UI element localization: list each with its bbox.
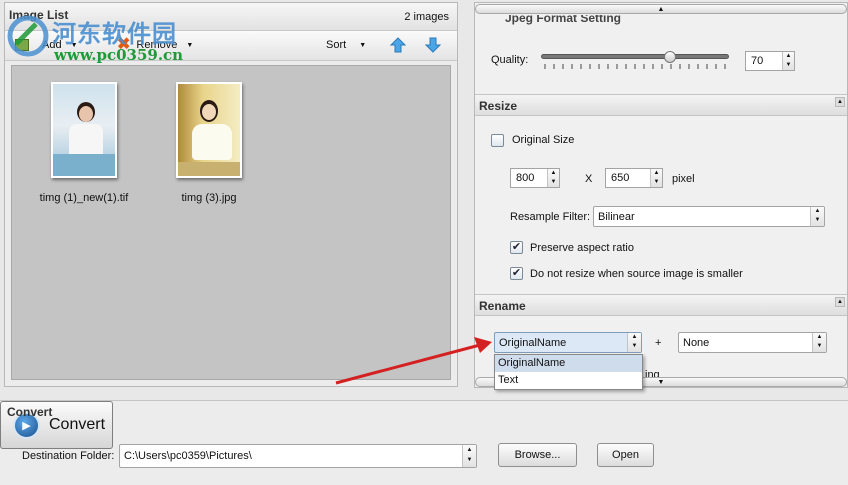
thumbnail-image xyxy=(51,82,117,178)
destination-folder-label: Destination Folder: xyxy=(22,450,115,462)
rename-section-header[interactable]: Rename ▲ xyxy=(475,294,847,316)
resample-filter-select[interactable]: Bilinear ▲ ▼ xyxy=(593,206,825,227)
sort-button[interactable]: Sort ▼ xyxy=(326,39,366,51)
rename-right-value: None xyxy=(683,337,710,349)
watermark: 河东软件园 www.pc0359.cn xyxy=(6,10,216,66)
scroll-down-icon: ▼ xyxy=(657,379,665,386)
height-spinbox[interactable]: 650 ▲ ▼ xyxy=(605,168,663,188)
convert-panel: Convert Destination Folder: C:\Users\pc0… xyxy=(0,400,848,485)
watermark-url: www.pc0359.cn xyxy=(54,46,184,64)
image-count: 2 images xyxy=(404,11,449,23)
quality-spinbox[interactable]: 70 ▲ ▼ xyxy=(745,51,795,71)
collapse-icon[interactable]: ▲ xyxy=(835,97,845,107)
rename-plus: + xyxy=(655,337,662,349)
convert-label: Convert xyxy=(49,416,106,433)
scroll-up-strip[interactable]: ▲ xyxy=(475,4,847,14)
settings-panel: ▲ Jpeg Format Setting Quality: 70 ▲ ▼ Res… xyxy=(474,2,848,388)
height-value: 650 xyxy=(611,172,630,184)
slider-handle[interactable] xyxy=(664,51,677,63)
quality-value: 70 xyxy=(751,55,764,67)
resize-section-title: Resize xyxy=(479,99,518,113)
slider-ticks xyxy=(544,64,726,69)
annotation-arrow-icon xyxy=(335,337,492,385)
rename-left-select[interactable]: OriginalName ▲ ▼ xyxy=(494,332,642,353)
chevron-down-icon[interactable]: ▼ xyxy=(359,42,366,49)
quality-label: Quality: xyxy=(491,54,529,66)
slider-track xyxy=(541,54,729,59)
scroll-up-icon: ▲ xyxy=(657,6,665,13)
thumbnail-item[interactable]: timg (1)_new(1).tif xyxy=(29,82,139,204)
no-upscale-label: Do not resize when source image is small… xyxy=(530,268,743,280)
preserve-aspect-label: Preserve aspect ratio xyxy=(530,242,634,254)
dimension-separator: X xyxy=(585,173,593,185)
sort-label: Sort xyxy=(326,39,347,51)
watermark-logo-icon xyxy=(7,15,49,57)
rename-dropdown-list[interactable]: OriginalName Text xyxy=(494,354,643,390)
thumbnail-label: timg (3).jpg xyxy=(181,192,237,204)
chevron-updown-icon: ▲ ▼ xyxy=(812,333,826,352)
unit-label: pixel xyxy=(672,173,695,185)
destination-folder-input[interactable]: C:\Users\pc0359\Pictures\ ▲ ▼ xyxy=(119,444,477,468)
move-up-button[interactable] xyxy=(389,36,407,54)
spin-buttons[interactable]: ▲ ▼ xyxy=(782,52,794,70)
thumbnail-label: timg (1)_new(1).tif xyxy=(39,192,129,204)
spin-buttons[interactable]: ▲ ▼ xyxy=(547,169,559,187)
rename-right-select[interactable]: None ▲ ▼ xyxy=(678,332,827,353)
chevron-updown-icon: ▲ ▼ xyxy=(810,207,824,226)
resample-filter-label: Resample Filter: xyxy=(510,211,591,223)
preserve-aspect-checkbox[interactable]: ✔ xyxy=(510,241,523,254)
browse-button[interactable]: Browse... xyxy=(498,443,577,467)
dropdown-option-text[interactable]: Text xyxy=(495,372,642,389)
original-size-label: Original Size xyxy=(512,134,575,146)
quality-slider[interactable] xyxy=(541,49,729,75)
resample-filter-value: Bilinear xyxy=(598,211,635,223)
rename-section-title: Rename xyxy=(479,299,526,313)
watermark-title: 河东软件园 xyxy=(52,20,177,48)
original-size-checkbox[interactable] xyxy=(491,134,504,147)
resize-section-header[interactable]: Resize ▲ xyxy=(475,94,847,116)
thumbnail-item[interactable]: timg (3).jpg xyxy=(154,82,264,204)
arrow-down-icon xyxy=(424,37,442,53)
chevron-updown-icon: ▲ ▼ xyxy=(462,445,476,467)
chevron-updown-icon: ▲ ▼ xyxy=(627,333,641,352)
width-value: 800 xyxy=(516,172,535,184)
open-button[interactable]: Open xyxy=(597,443,654,467)
convert-section-title: Convert xyxy=(7,405,53,419)
move-down-button[interactable] xyxy=(424,36,442,54)
dropdown-option-originalname[interactable]: OriginalName xyxy=(495,355,642,372)
destination-folder-value: C:\Users\pc0359\Pictures\ xyxy=(124,450,252,462)
spin-buttons[interactable]: ▲ ▼ xyxy=(650,169,662,187)
arrow-up-icon xyxy=(389,37,407,53)
no-upscale-checkbox[interactable]: ✔ xyxy=(510,267,523,280)
collapse-icon[interactable]: ▲ xyxy=(835,297,845,307)
thumbnail-image xyxy=(176,82,242,178)
width-spinbox[interactable]: 800 ▲ ▼ xyxy=(510,168,560,188)
